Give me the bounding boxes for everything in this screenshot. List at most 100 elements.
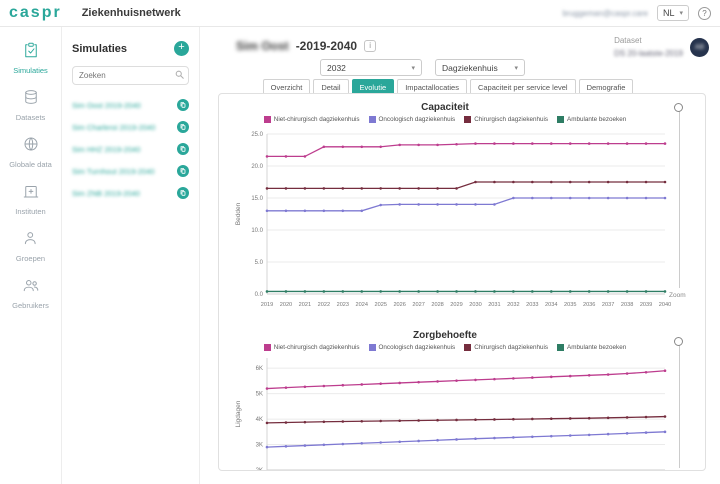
main-content: Sim Oost -2019-2040 i 2032 ▾ Dagziekenhu… [200,27,720,484]
svg-text:3K: 3K [256,443,263,449]
legend-item: Chirurgisch dagziekenhuis [464,344,548,351]
legend-swatch [369,116,376,123]
dataset-text: Dataset DS 20-laatste-2019 [614,36,683,58]
svg-text:2034: 2034 [545,302,557,308]
list-item[interactable]: Sim ZNB 2019-2040 [72,182,189,204]
list-item[interactable]: Sim HHZ 2019-2040 [72,138,189,160]
help-icon[interactable]: ? [698,7,711,20]
locale-value: NL [663,8,675,18]
legend-item: Oncologisch dagziekenhuis [369,344,456,351]
svg-text:2036: 2036 [583,302,595,308]
chart-title-capaciteit: Capaciteit [219,102,671,113]
legend-item: Chirurgisch dagziekenhuis [464,116,548,123]
sidebar-item-label: Groepen [16,254,45,263]
legend-label: Ambulante bezoeken [567,116,626,123]
list-item[interactable]: Sim Oost 2019-2040 [72,94,189,116]
app-logo[interactable]: caspr [9,4,62,22]
capaciteit-line-chart: 0.05.010.015.020.025.0201920202021202220… [231,126,671,310]
svg-text:2031: 2031 [488,302,500,308]
legend-item: Niet-chirurgisch dagziekenhuis [264,116,360,123]
sidebar-item-instituten[interactable]: Instituten [0,182,61,216]
simulations-icon [22,41,40,64]
zoom-slider-handle[interactable] [674,337,683,346]
list-item[interactable]: Sim Charleroi 2019-2040 [72,116,189,138]
sidebar-item-label: Globale data [9,160,52,169]
zorgbehoefte-line-chart: 2K3K4K5K6KLigdagen [231,354,671,471]
user-email[interactable]: bruggeman@caspr.care [562,9,648,18]
svg-text:2026: 2026 [393,302,405,308]
svg-text:10.0: 10.0 [251,228,263,234]
legend-label: Chirurgisch dagziekenhuis [474,344,548,351]
legend-label: Niet-chirurgisch dagziekenhuis [274,344,360,351]
search-input[interactable] [72,66,189,85]
info-icon[interactable]: i [364,40,376,52]
svg-text:2027: 2027 [412,302,424,308]
sidebar-item-gebruikers[interactable]: Gebruikers [0,276,61,310]
legend-label: Niet-chirurgisch dagziekenhuis [274,116,360,123]
svg-text:2024: 2024 [356,302,368,308]
chevron-down-icon: ▾ [679,9,683,17]
dataset-value: DS 20-laatste-2019 [614,49,683,58]
locale-select[interactable]: NL ▾ [657,5,689,21]
svg-text:2032: 2032 [507,302,519,308]
year-select-value: 2032 [327,63,346,73]
list-item[interactable]: Sim Turnhout 2019-2040 [72,160,189,182]
simulation-name[interactable]: Sim Turnhout 2019-2040 [72,167,155,176]
panel-title: Simulaties [72,43,127,55]
sidebar-item-label: Simulaties [13,66,48,75]
sidebar-item-globale-data[interactable]: Globale data [0,135,61,169]
svg-text:20.0: 20.0 [251,164,263,170]
chevron-down-icon: ▾ [411,64,415,72]
svg-text:2021: 2021 [299,302,311,308]
duplicate-icon[interactable] [177,187,189,199]
chevron-down-icon: ▾ [514,64,518,72]
dataset-info: Dataset DS 20-laatste-2019 AB [614,36,709,58]
svg-text:2033: 2033 [526,302,538,308]
svg-text:2030: 2030 [469,302,481,308]
app-title: Ziekenhuisnetwerk [82,7,181,19]
svg-text:Bedden: Bedden [235,202,242,225]
simulation-name[interactable]: Sim Oost 2019-2040 [72,101,141,110]
simulation-name[interactable]: Sim Charleroi 2019-2040 [72,123,155,132]
duplicate-icon[interactable] [177,143,189,155]
unit-select[interactable]: Dagziekenhuis ▾ [435,59,525,76]
svg-text:5.0: 5.0 [255,260,264,266]
sidebar-item-simulaties[interactable]: Simulaties [0,41,61,75]
legend-swatch [557,116,564,123]
duplicate-icon[interactable] [177,121,189,133]
avatar-initials: AB [695,44,704,51]
sidebar-item-groepen[interactable]: Groepen [0,229,61,263]
svg-text:2037: 2037 [602,302,614,308]
svg-text:2023: 2023 [337,302,349,308]
svg-text:15.0: 15.0 [251,196,263,202]
hospital-icon [22,182,40,205]
simulation-name[interactable]: Sim ZNB 2019-2040 [72,189,140,198]
globe-icon [22,135,40,158]
app-header: caspr Ziekenhuisnetwerk bruggeman@caspr.… [0,0,720,27]
svg-text:2025: 2025 [374,302,386,308]
avatar[interactable]: AB [690,38,709,57]
legend-swatch [464,116,471,123]
search-box [72,65,189,85]
legend-label: Oncologisch dagziekenhuis [379,344,456,351]
svg-text:6K: 6K [256,366,263,372]
legend-item: Ambulante bezoeken [557,344,626,351]
simulation-title-redacted: Sim Oost [236,39,289,53]
zoom-slider-handle[interactable] [674,103,683,112]
simulation-name[interactable]: Sim HHZ 2019-2040 [72,145,140,154]
svg-text:2029: 2029 [450,302,462,308]
svg-text:Ligdagen: Ligdagen [235,400,242,427]
app-root: caspr Ziekenhuisnetwerk bruggeman@caspr.… [0,0,720,484]
sidebar-item-label: Instituten [15,207,45,216]
year-select[interactable]: 2032 ▾ [320,59,422,76]
add-simulation-button[interactable]: + [174,41,189,56]
sidebar-item-datasets[interactable]: Datasets [0,88,61,122]
group-icon [22,229,40,252]
legend-swatch [369,344,376,351]
charts-card: Capaciteit Niet-chirurgisch dagziekenhui… [218,93,706,471]
duplicate-icon[interactable] [177,165,189,177]
duplicate-icon[interactable] [177,99,189,111]
svg-text:2039: 2039 [640,302,652,308]
svg-text:2019: 2019 [261,302,273,308]
zoom-slider-track [679,342,680,468]
